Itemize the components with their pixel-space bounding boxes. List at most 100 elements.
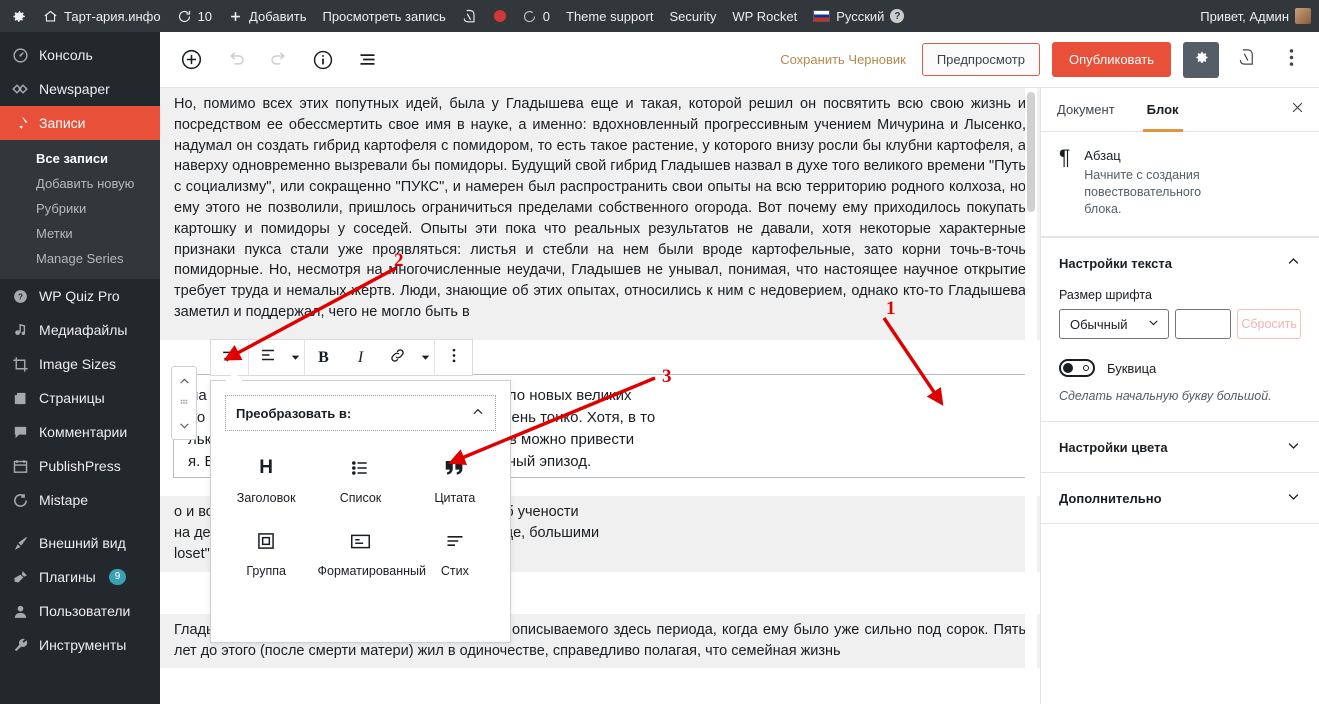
sidebar-item-pages[interactable]: Страницы (0, 381, 160, 415)
font-size-select-value: Обычный (1070, 316, 1128, 332)
link-button[interactable] (379, 340, 416, 375)
drag-handle-icon[interactable] (179, 398, 189, 408)
admin-bar-updates[interactable]: 10 (169, 0, 220, 32)
close-sidebar-button[interactable] (1275, 88, 1319, 131)
sidebar-subitem-add-new[interactable]: Добавить новую (0, 171, 160, 196)
sidebar-item-label: Инструменты (39, 637, 127, 653)
transform-option-list[interactable]: Список (313, 449, 407, 512)
sidebar-item-plugins[interactable]: Плагины 9 (0, 560, 160, 594)
sidebar-item-label: Внешний вид (39, 535, 126, 551)
sidebar-item-label: WP Quiz Pro (39, 288, 120, 304)
sidebar-item-image-sizes[interactable]: Image Sizes (0, 347, 160, 381)
content-info-button[interactable] (306, 43, 340, 77)
italic-button[interactable]: I (342, 340, 379, 375)
sidebar-item-wp-quiz-pro[interactable]: ? WP Quiz Pro (0, 279, 160, 313)
sidebar-item-media[interactable]: Медиафайлы (0, 313, 160, 347)
add-block-button[interactable] (174, 43, 208, 77)
chevron-down-icon (1147, 316, 1160, 332)
font-size-label: Размер шрифта (1059, 288, 1152, 302)
admin-bar-new-content[interactable]: Добавить (220, 0, 314, 32)
sidebar-subitem-tags[interactable]: Метки (0, 221, 160, 246)
sidebar-subitem-manage-series[interactable]: Manage Series (0, 246, 160, 271)
chevron-up-icon[interactable] (1286, 254, 1301, 272)
chevron-up-icon[interactable] (471, 405, 485, 422)
transform-option-label: Стих (440, 564, 469, 578)
block-mover-controls[interactable] (171, 366, 197, 440)
sidebar-item-publishpress[interactable]: PublishPress (0, 449, 160, 483)
crop-icon (10, 356, 30, 373)
more-rich-text-button[interactable] (416, 340, 434, 375)
move-down-button[interactable] (178, 415, 191, 435)
yoast-seo-button[interactable] (1231, 42, 1263, 78)
admin-bar-wp-rocket[interactable]: WP Rocket (724, 0, 805, 32)
transform-option-preformatted[interactable]: Форматированный (313, 522, 426, 585)
font-size-custom-input[interactable] (1175, 309, 1232, 339)
transform-option-group[interactable]: Группа (219, 522, 313, 585)
plus-icon (228, 9, 243, 24)
tab-document[interactable]: Документ (1041, 88, 1131, 131)
sidebar-item-posts[interactable]: Записи (0, 106, 160, 140)
transform-option-heading[interactable]: H Заголовок (219, 449, 313, 512)
settings-bottom-divider (1041, 523, 1319, 524)
sidebar-item-dashboard[interactable]: Консоль (0, 38, 160, 72)
settings-toggle-button[interactable] (1183, 41, 1219, 78)
align-text-button[interactable] (249, 340, 286, 375)
russian-flag-icon (813, 10, 831, 22)
sidebar-item-comments[interactable]: Комментарии (0, 415, 160, 449)
sidebar-subitem-categories[interactable]: Рубрики (0, 196, 160, 221)
transform-option-quote[interactable]: Цитата (408, 449, 502, 512)
move-up-button[interactable] (178, 371, 191, 391)
calendar-icon (10, 458, 30, 475)
admin-bar-status-dot[interactable] (486, 0, 514, 32)
sidebar-item-tools[interactable]: Инструменты (0, 628, 160, 662)
chevron-down-icon (421, 349, 430, 367)
wp-admin-bar: Тарт-ария.инфо 10 Добавить Просмотреть з… (0, 0, 1319, 32)
admin-bar-account[interactable]: Привет, Админ (1192, 0, 1319, 32)
transform-block-button[interactable] (211, 340, 248, 375)
tab-block[interactable]: Блок (1131, 88, 1195, 132)
preview-button[interactable]: Предпросмотр (921, 43, 1040, 76)
paragraph-pilcrow-icon: ¶ (1059, 146, 1071, 169)
admin-bar-view-post[interactable]: Просмотреть запись (314, 0, 453, 32)
admin-bar-language[interactable]: Русский ? (805, 0, 912, 32)
admin-bar-site-name-label: Тарт-ария.инфо (64, 8, 161, 24)
dropcap-toggle[interactable] (1059, 359, 1095, 377)
sidebar-item-users[interactable]: Пользователи (0, 594, 160, 628)
block-options-button[interactable] (435, 340, 472, 375)
sidebar-item-appearance[interactable]: Внешний вид (0, 526, 160, 560)
admin-bar-site-name[interactable]: Тарт-ария.инфо (35, 0, 169, 32)
color-settings-header[interactable]: Настройки цвета (1041, 422, 1319, 472)
editor-scrollbar-thumb[interactable] (1027, 92, 1035, 212)
more-options-button[interactable] (1275, 42, 1307, 78)
dropcap-row: Буквица (1059, 359, 1301, 377)
save-draft-button[interactable]: Сохранить Черновик (776, 46, 910, 73)
sidebar-item-mistape[interactable]: Mistape (0, 483, 160, 517)
admin-bar-security[interactable]: Security (661, 0, 724, 32)
transform-popover-header[interactable]: Преобразовать в: (225, 395, 496, 431)
chevron-down-icon[interactable] (1286, 438, 1301, 456)
redo-button[interactable] (262, 43, 296, 77)
chevron-down-icon[interactable] (1286, 489, 1301, 507)
transform-option-verse[interactable]: Стих (408, 522, 502, 585)
admin-bar-yoast-seo[interactable] (454, 0, 486, 32)
bold-button[interactable]: B (305, 340, 342, 375)
font-size-row: Обычный Сбросить (1059, 309, 1301, 339)
admin-bar-comments[interactable]: 0 (514, 0, 558, 32)
block-card-title: Абзац (1084, 148, 1121, 163)
admin-bar-wp-logo[interactable] (0, 0, 35, 32)
publish-button[interactable]: Опубликовать (1051, 42, 1171, 77)
editor-scrollbar[interactable] (1025, 88, 1037, 704)
sidebar-item-newspaper[interactable]: Newspaper (0, 72, 160, 106)
align-dropdown-caret[interactable] (286, 340, 304, 375)
text-settings-header[interactable]: Настройки текста (1041, 238, 1319, 288)
font-size-select[interactable]: Обычный (1059, 309, 1170, 339)
undo-button[interactable] (218, 43, 252, 77)
help-icon[interactable]: ? (890, 9, 905, 23)
pin-icon (10, 115, 30, 132)
sidebar-subitem-all-posts[interactable]: Все записи (0, 146, 160, 171)
admin-bar-theme-support[interactable]: Theme support (558, 0, 661, 32)
paragraph-block-1[interactable]: Но, помимо всех этих попутных идей, была… (160, 88, 1040, 340)
advanced-settings-header[interactable]: Дополнительно (1041, 473, 1319, 523)
block-navigation-button[interactable] (350, 43, 384, 77)
font-size-reset-button[interactable]: Сбросить (1237, 309, 1301, 339)
